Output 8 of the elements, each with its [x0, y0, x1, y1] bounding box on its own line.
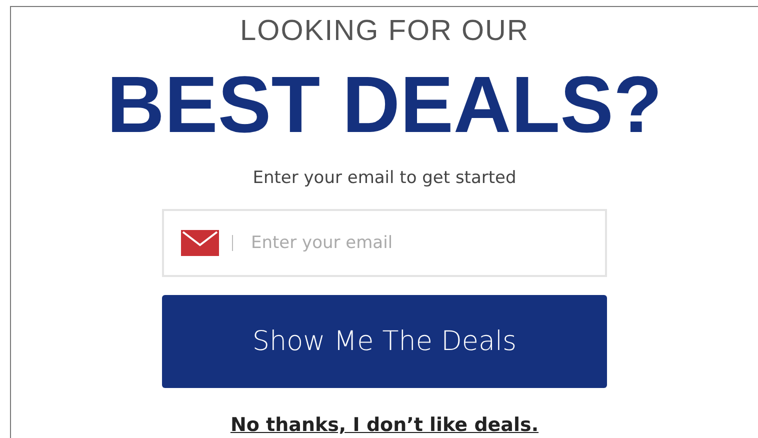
- envelope-icon: [181, 230, 219, 256]
- email-input[interactable]: Enter your email: [249, 232, 605, 254]
- headline: BEST DEALS?: [106, 63, 662, 147]
- subtitle: Enter your email to get started: [252, 167, 516, 189]
- email-field[interactable]: Enter your email: [162, 209, 607, 277]
- decline-link[interactable]: No thanks, I don’t like deals.: [230, 414, 539, 436]
- kicker: LOOKING FOR OUR: [240, 14, 529, 49]
- show-deals-button[interactable]: Show Me The Deals: [162, 295, 607, 388]
